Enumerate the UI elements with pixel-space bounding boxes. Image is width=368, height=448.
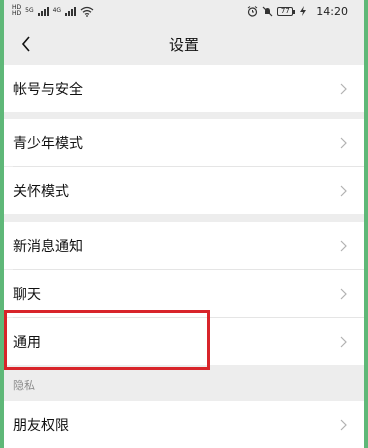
- sim-indicator: HD HD: [12, 5, 21, 17]
- chevron-left-icon: [21, 36, 30, 52]
- sim2-label: HD: [12, 10, 22, 17]
- back-button[interactable]: [14, 32, 38, 56]
- mute-icon: [262, 6, 273, 16]
- chevron-right-icon: [338, 137, 348, 149]
- status-bar: HD HD 5G 4G 77 14:20: [4, 0, 364, 22]
- chevron-right-icon: [338, 419, 348, 431]
- signal-1-icon: [37, 6, 49, 16]
- wifi-icon: [80, 6, 94, 17]
- setting-label: 聊天: [13, 286, 41, 303]
- battery-icon: 77: [277, 6, 296, 16]
- setting-teen-mode[interactable]: 青少年模式: [4, 119, 364, 166]
- signal-2-icon: [65, 6, 77, 16]
- setting-label: 新消息通知: [13, 238, 83, 255]
- setting-label: 青少年模式: [13, 135, 83, 152]
- setting-care-mode[interactable]: 关怀模式: [4, 167, 364, 214]
- setting-friend-permissions[interactable]: 朋友权限: [4, 401, 364, 448]
- setting-label: 朋友权限: [13, 417, 69, 434]
- battery-level: 77: [280, 6, 290, 15]
- chevron-right-icon: [338, 83, 348, 95]
- setting-label: 关怀模式: [13, 183, 69, 200]
- page-title: 设置: [168, 35, 199, 54]
- chevron-right-icon: [338, 240, 348, 252]
- chevron-right-icon: [338, 288, 348, 300]
- setting-account-security[interactable]: 帐号与安全: [4, 65, 364, 112]
- setting-label: 帐号与安全: [13, 81, 83, 98]
- setting-label: 通用: [13, 334, 41, 351]
- net1-label: 5G: [25, 7, 34, 14]
- status-left: HD HD 5G 4G: [12, 5, 94, 17]
- screen-frame: HD HD 5G 4G 77 14:20 设置 帐号与安全 青少年模式 关怀模式…: [0, 0, 368, 448]
- setting-general[interactable]: 通用: [4, 318, 364, 365]
- net2-label: 4G: [52, 7, 62, 14]
- charging-icon: [300, 6, 307, 16]
- section-header-privacy: 隐私: [4, 370, 364, 399]
- status-time: 14:20: [316, 4, 348, 18]
- chevron-right-icon: [338, 185, 348, 197]
- chevron-right-icon: [338, 336, 348, 348]
- setting-notifications[interactable]: 新消息通知: [4, 222, 364, 269]
- status-right: 77 14:20: [247, 5, 348, 18]
- section-header-label: 隐私: [13, 378, 35, 392]
- nav-bar: 设置: [4, 22, 364, 66]
- setting-chat[interactable]: 聊天: [4, 270, 364, 317]
- alarm-icon: [247, 5, 258, 17]
